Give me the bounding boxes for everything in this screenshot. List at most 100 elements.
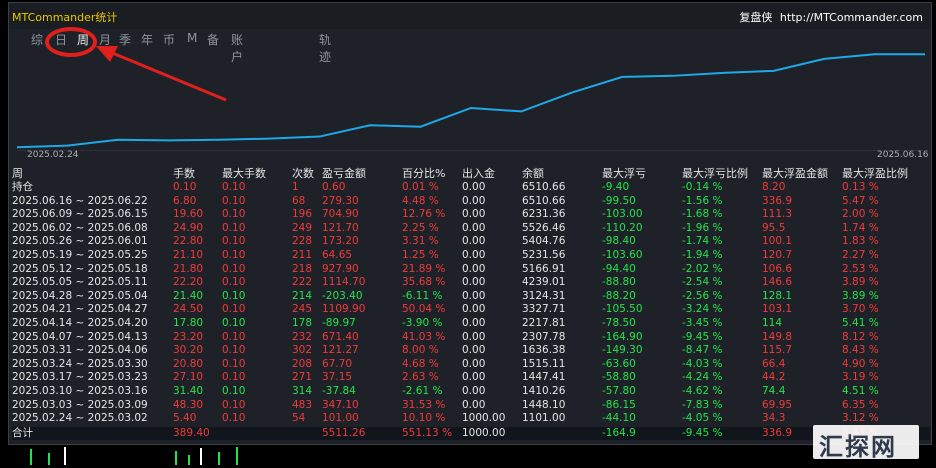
app-window: MTCommander统计 复盘侠 http://MTCommander.com… xyxy=(0,0,936,465)
table-cell: 0.00 xyxy=(462,317,486,329)
table-cell: -4.62 % xyxy=(682,385,723,397)
equity-point-15 xyxy=(772,70,775,72)
table-cell: 8.43 % xyxy=(842,344,879,357)
table-row[interactable]: 持仓 0.10 0.10 1 0.60 0.01 % 0.00 6510.66 -9.40 -0.… xyxy=(12,181,930,194)
website-link[interactable]: http://MTCommander.com xyxy=(780,11,923,24)
table-cell: 218 xyxy=(292,262,313,275)
column-header[interactable]: 最大手数 xyxy=(222,167,266,180)
table-row[interactable]: 2025.03.31 ~ 2025.04.06 30.20 0.10 302 121.2… xyxy=(12,344,930,357)
table-row[interactable]: 2025.06.09 ~ 2025.06.15 19.60 0.10 196 704.9… xyxy=(12,208,930,221)
column-header[interactable]: 最大浮亏比例 xyxy=(682,167,748,180)
table-row[interactable]: 2025.06.02 ~ 2025.06.08 24.90 0.10 249 121.7… xyxy=(12,222,930,235)
table-cell: 4.68 % xyxy=(402,357,439,370)
table-cell: 0.00 xyxy=(462,235,486,248)
tab-0[interactable]: 综 xyxy=(31,31,43,48)
table-cell: 100.1 xyxy=(762,235,793,248)
app-title: MTCommander统计 xyxy=(12,11,118,24)
table-cell: -89.97 xyxy=(322,317,356,329)
table-cell: 2025.02.24 ~ 2025.03.02 xyxy=(12,412,148,425)
table-cell: 68 xyxy=(292,194,306,207)
chart-x-end-label: 2025.06.16 xyxy=(877,150,929,160)
table-row[interactable]: 2025.05.26 ~ 2025.06.01 22.80 0.10 228 173.2… xyxy=(12,235,930,248)
column-header[interactable]: 最大浮盈比例 xyxy=(842,167,908,180)
column-header[interactable]: 百分比% xyxy=(402,167,445,180)
table-cell: 0.10 xyxy=(222,303,246,316)
table-row[interactable]: 2025.02.24 ~ 2025.03.02 5.40 0.10 54 101.00 1… xyxy=(12,412,930,425)
table-cell: 0.00 xyxy=(462,371,486,384)
table-cell: -94.40 xyxy=(602,262,636,275)
column-header[interactable]: 盈亏金额 xyxy=(322,167,366,180)
summary-cell: 1000.00 xyxy=(462,426,506,439)
table-cell: 0.10 xyxy=(222,194,246,207)
table-cell: -1.56 % xyxy=(682,194,723,207)
table-cell: 0.10 xyxy=(222,262,246,275)
table-cell: 4239.01 xyxy=(522,276,566,289)
table-cell: 20.80 xyxy=(173,357,204,370)
table-cell: 2.00 % xyxy=(842,208,879,221)
table-row[interactable]: 2025.03.10 ~ 2025.03.16 31.40 0.10 314 -37.8… xyxy=(12,385,930,398)
table-cell: -98.40 xyxy=(602,235,636,248)
table-row[interactable]: 2025.05.12 ~ 2025.05.18 21.80 0.10 218 927.9… xyxy=(12,263,930,276)
table-row[interactable]: 2025.04.14 ~ 2025.04.20 17.80 0.10 178 -89.9… xyxy=(12,317,930,330)
column-header[interactable]: 最大浮盈金额 xyxy=(762,167,828,180)
table-row[interactable]: 2025.03.17 ~ 2025.03.23 27.10 0.10 271 37.15… xyxy=(12,371,930,384)
table-cell: 0.10 xyxy=(222,317,246,329)
table-row[interactable]: 2025.03.24 ~ 2025.03.30 20.80 0.10 208 67.70… xyxy=(12,358,930,371)
table-cell: 44.2 xyxy=(762,371,786,384)
table-cell: 2.63 % xyxy=(402,371,439,384)
table-cell: 111.3 xyxy=(762,208,793,221)
table-row[interactable]: 2025.05.19 ~ 2025.05.25 21.10 0.10 211 64.65… xyxy=(12,249,930,262)
table-cell: 0.00 xyxy=(462,262,486,275)
column-header[interactable]: 最大浮亏 xyxy=(602,167,646,180)
table-cell: 3.12 % xyxy=(842,412,879,425)
table-cell: 0.00 xyxy=(462,221,486,234)
table-cell: 302 xyxy=(292,344,313,357)
table-cell: -8.47 % xyxy=(682,344,723,357)
column-header[interactable]: 次数 xyxy=(292,167,314,180)
table-cell: -2.56 % xyxy=(682,289,723,302)
table-cell: 0.13 % xyxy=(842,181,879,193)
table-cell: -149.30 xyxy=(602,344,643,357)
table-row[interactable]: 2025.04.28 ~ 2025.05.04 21.40 0.10 214 -203.… xyxy=(12,290,930,303)
table-cell: 5526.46 xyxy=(522,221,566,234)
table-cell: -3.24 % xyxy=(682,303,723,316)
table-cell: 34.3 xyxy=(762,412,786,425)
column-header[interactable]: 出入金 xyxy=(462,167,495,180)
table-cell: 64.65 xyxy=(322,249,353,261)
table-cell: 121.27 xyxy=(322,344,359,357)
table-cell: 12.76 % xyxy=(402,208,446,221)
table-cell: -1.96 % xyxy=(682,221,723,234)
table-cell: 0.10 xyxy=(222,357,246,370)
table-cell: 232 xyxy=(292,330,313,343)
table-cell: -110.20 xyxy=(602,221,643,234)
column-header[interactable]: 手数 xyxy=(173,167,195,180)
table-cell: 0.00 xyxy=(462,208,486,221)
table-cell: 3.31 % xyxy=(402,235,439,248)
column-header[interactable]: 周 xyxy=(12,167,23,180)
table-cell: 115.7 xyxy=(762,344,793,357)
table-cell: 103.1 xyxy=(762,303,793,316)
table-row[interactable]: 2025.04.07 ~ 2025.04.13 23.20 0.10 232 671.4… xyxy=(12,331,930,344)
table-header: 周 手数 最大手数 次数 盈亏金额 百分比% 出入金 余额 最大浮亏 最大浮亏比例 最大浮盈金额 最大… xyxy=(12,167,930,180)
table-cell: 1410.26 xyxy=(522,385,566,397)
table-row[interactable]: 2025.03.03 ~ 2025.03.09 48.30 0.10 483 347.1… xyxy=(12,399,930,412)
table-cell: 211 xyxy=(292,249,313,261)
table-cell: -2.02 % xyxy=(682,262,723,275)
table-cell: 48.30 xyxy=(173,398,204,411)
table-cell: 21.80 xyxy=(173,262,204,275)
table-cell: 2025.04.28 ~ 2025.05.04 xyxy=(12,289,148,302)
table-cell: 27.10 xyxy=(173,371,204,384)
table-row[interactable]: 2025.04.21 ~ 2025.04.27 24.50 0.10 245 1109.… xyxy=(12,303,930,316)
column-header[interactable]: 余额 xyxy=(522,167,544,180)
table-cell: 2025.04.21 ~ 2025.04.27 xyxy=(12,303,148,316)
table-cell: 6510.66 xyxy=(522,194,566,207)
equity-point-1 xyxy=(66,144,69,147)
table-cell: 0.10 xyxy=(222,385,246,397)
table-cell: 1447.41 xyxy=(522,371,566,384)
table-cell: 31.53 % xyxy=(402,398,446,411)
table-cell: -78.50 xyxy=(602,317,636,329)
table-cell: 2217.81 xyxy=(522,317,566,329)
table-row[interactable]: 2025.06.16 ~ 2025.06.22 6.80 0.10 68 279.30 4… xyxy=(12,195,930,208)
table-row[interactable]: 2025.05.05 ~ 2025.05.11 22.20 0.10 222 1114.… xyxy=(12,276,930,289)
table-cell: 483 xyxy=(292,398,313,411)
